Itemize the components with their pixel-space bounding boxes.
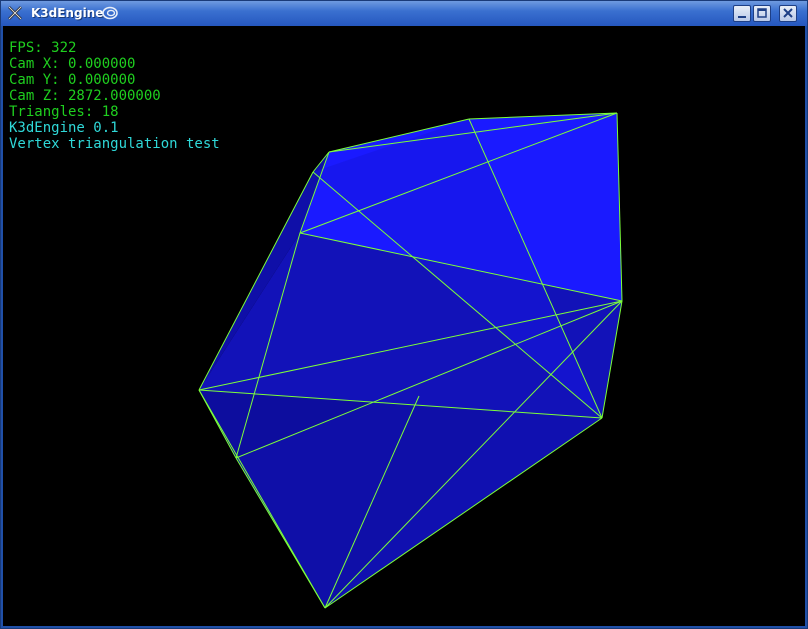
maximize-icon	[757, 8, 767, 18]
close-icon	[783, 8, 793, 18]
cam-x-readout: Cam X: 0.000000	[9, 56, 136, 72]
swirl-icon	[102, 6, 118, 20]
app-window: K3dEngine FPS: 322 Cam X: 0.000000 Cam Y…	[0, 0, 808, 629]
window-title: K3dEngine	[31, 6, 104, 20]
title-bar[interactable]: K3dEngine	[1, 1, 807, 26]
cam-z-readout: Cam Z: 2872.000000	[9, 88, 161, 104]
minimize-icon	[738, 16, 746, 18]
minimize-button[interactable]	[733, 5, 751, 22]
x-icon[interactable]	[7, 5, 23, 21]
maximize-button[interactable]	[753, 5, 771, 22]
cam-y-readout: Cam Y: 0.000000	[9, 72, 136, 88]
fps-readout: FPS: 322	[9, 40, 77, 56]
render-viewport[interactable]: FPS: 322 Cam X: 0.000000 Cam Y: 0.000000…	[3, 26, 805, 626]
close-button[interactable]	[779, 5, 797, 22]
engine-version: K3dEngine 0.1	[9, 120, 119, 136]
hud-overlay: FPS: 322 Cam X: 0.000000 Cam Y: 0.000000…	[9, 40, 220, 152]
triangle-count: Triangles: 18	[9, 104, 119, 120]
test-name: Vertex triangulation test	[9, 136, 220, 152]
